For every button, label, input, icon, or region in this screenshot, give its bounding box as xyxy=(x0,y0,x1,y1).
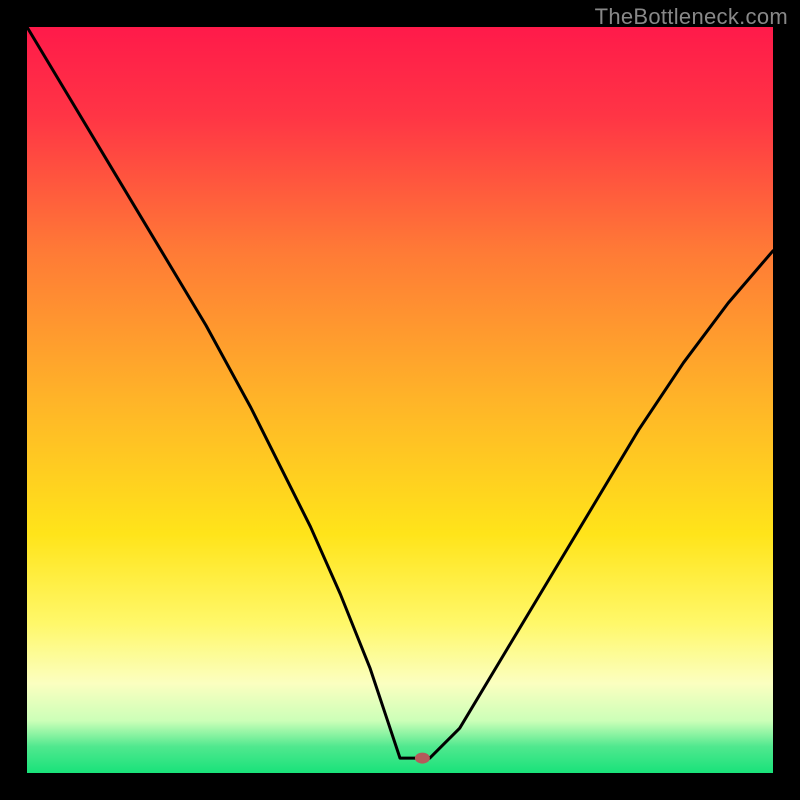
optimal-point-marker xyxy=(415,753,429,763)
plot-area xyxy=(27,27,773,773)
watermark-text: TheBottleneck.com xyxy=(595,4,788,30)
chart-svg xyxy=(27,27,773,773)
chart-frame: TheBottleneck.com xyxy=(0,0,800,800)
gradient-background xyxy=(27,27,773,773)
